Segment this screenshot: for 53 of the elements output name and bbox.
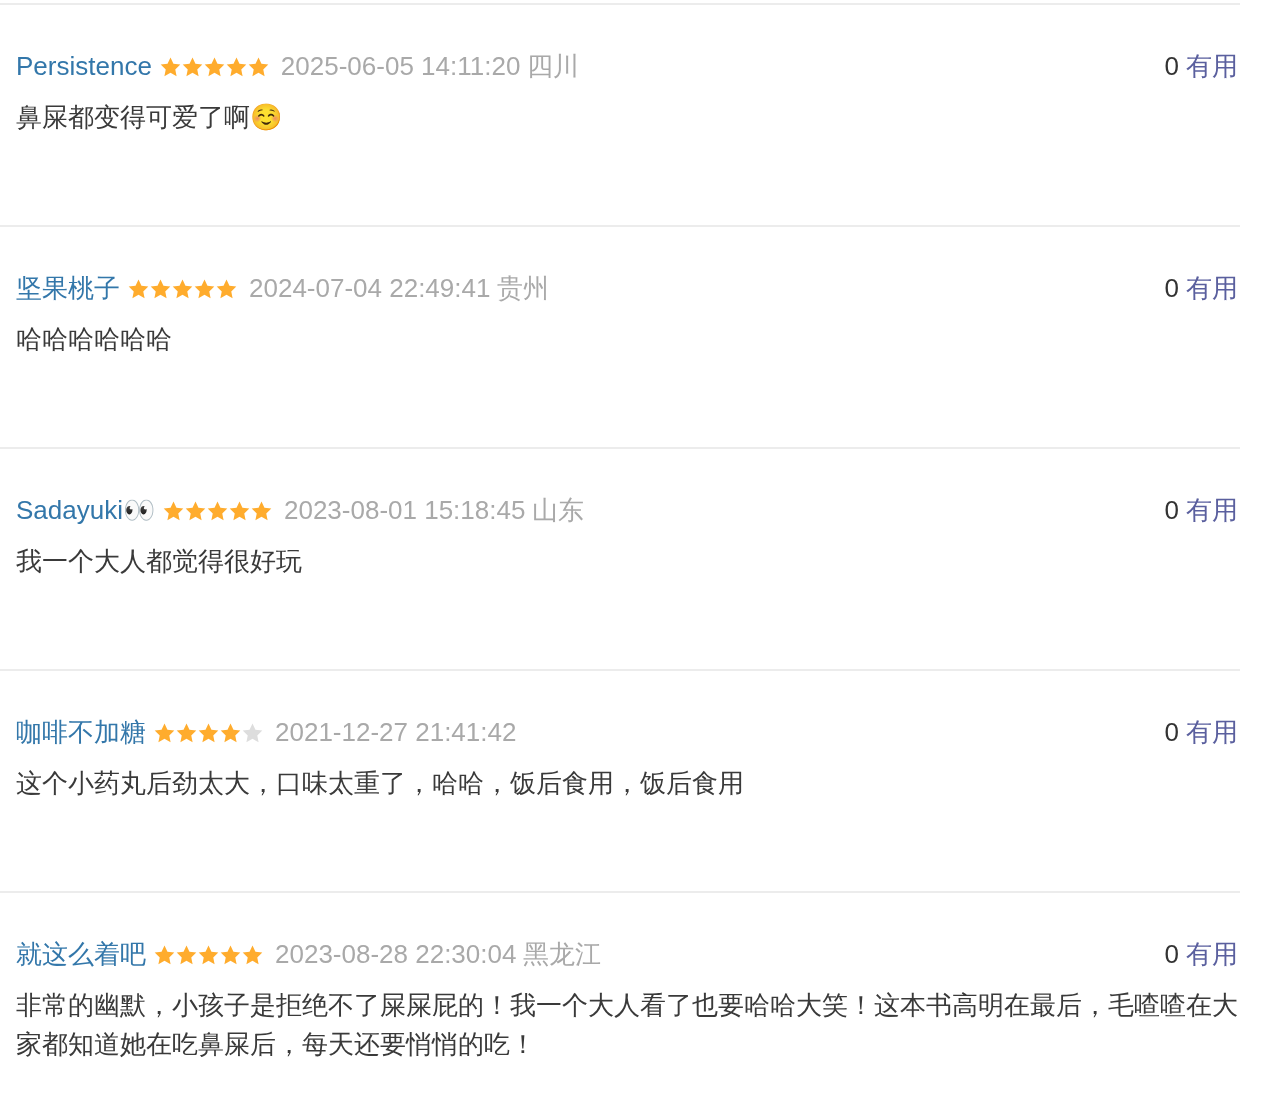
review-location: 贵州 [497,272,550,305]
star-icon [220,722,241,743]
star-icon [176,944,197,965]
star-icon [203,56,225,77]
useful-link[interactable]: 有用 [1186,713,1238,752]
star-icon [128,278,149,299]
vote-count: 0 [1164,716,1179,749]
review-text: 鼻屎都变得可爱了啊☺ [16,101,283,134]
star-icon [154,722,175,743]
star-icon [154,944,175,965]
star-icon [228,500,250,521]
star-icon [176,722,197,743]
star-icon [247,56,269,77]
username-link[interactable]: 就这么着吧 [16,935,146,974]
review-time: 2023-08-01 15:18:45 [283,494,526,527]
review-text: 哈哈哈哈哈哈 [16,323,173,356]
useful-link[interactable]: 有用 [1186,491,1238,530]
review-text: 这个小药丸后劲太大，口味太重了，哈哈，饭后食用，饭后食用 [16,767,745,800]
review-location: 四川 [527,50,580,83]
username-link[interactable]: Sadayuki👀 [16,491,155,530]
star-icon [159,56,181,77]
star-icon [184,500,206,521]
useful-link[interactable]: 有用 [1186,269,1238,308]
useful-link[interactable]: 有用 [1186,47,1238,86]
star-icon [225,56,247,77]
star-icon [206,500,228,521]
star-icon [198,722,219,743]
username-link[interactable]: 咖啡不加糖 [16,713,146,752]
star-icon [216,278,237,299]
star-icon [194,278,215,299]
star-icon [220,944,241,965]
star-icon [250,500,272,521]
username-link[interactable]: 坚果桃子 [16,269,120,308]
vote-count: 0 [1164,494,1179,527]
review-text: 我一个大人都觉得很好玩 [16,545,303,578]
review-location: 黑龙江 [523,938,602,971]
review-time: 2023-08-28 22:30:04 [275,938,517,971]
star-icon [172,278,193,299]
review-text: 非常的幽默，小孩子是拒绝不了屎屎屁的！我一个大人看了也要哈哈大笑！这本书高明在最后，毛喳喳在大家都知道她在吃鼻屎后，每天还要悄悄的吃！ [16,989,1238,1061]
vote-count: 0 [1164,50,1179,83]
star-icon [242,944,263,965]
review-time: 2024-07-04 22:49:41 [249,272,491,305]
review-location: 山东 [532,494,585,527]
star-icon [162,500,184,521]
useful-link[interactable]: 有用 [1186,935,1238,974]
username-link[interactable]: Persistence [16,47,152,86]
vote-count: 0 [1164,272,1179,305]
review-time: 2021-12-27 21:41:42 [275,716,517,749]
review-time: 2025-06-05 14:11:20 [280,50,521,83]
star-icon [181,56,203,77]
star-icon [150,278,171,299]
star-icon [198,944,219,965]
vote-count: 0 [1164,938,1179,971]
